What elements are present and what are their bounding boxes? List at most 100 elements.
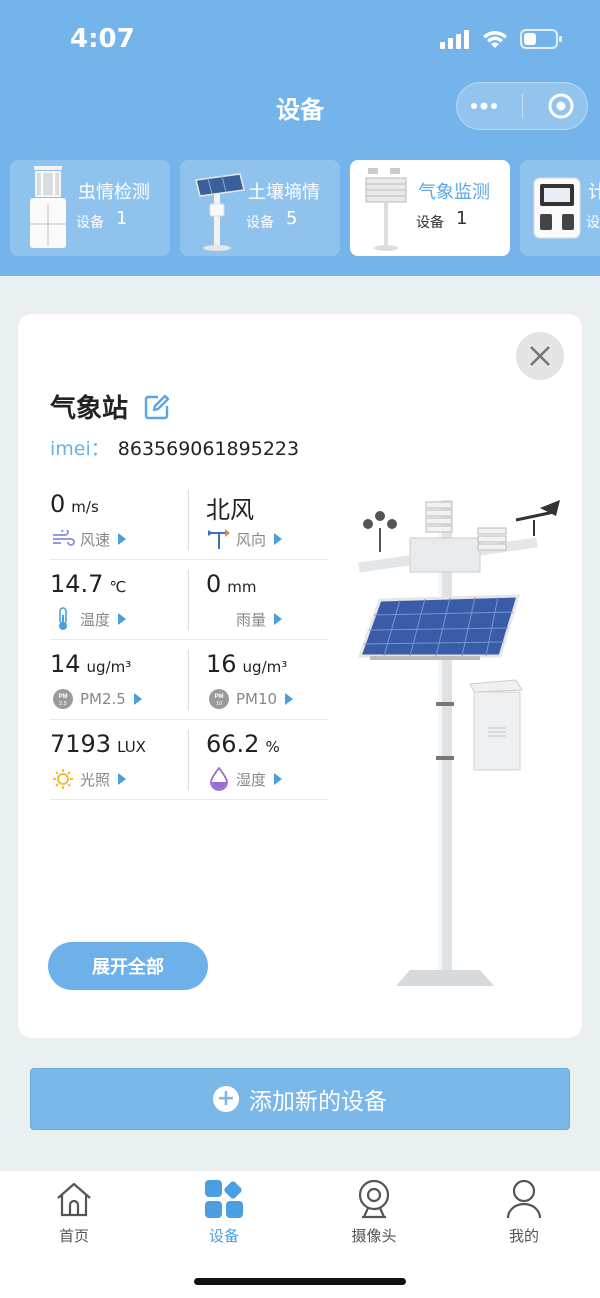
metric-wind-speed[interactable]: 0 m/s 风速 bbox=[50, 480, 188, 560]
tabbar-camera[interactable]: 摄像头 bbox=[324, 1179, 424, 1246]
tab-count-label: 设备 bbox=[416, 215, 444, 231]
expand-all-button[interactable]: 展开全部 bbox=[48, 942, 208, 990]
metric-label: 湿度 bbox=[206, 767, 283, 791]
more-icon[interactable] bbox=[469, 101, 499, 111]
home-icon bbox=[24, 1179, 124, 1219]
metric-pm10[interactable]: 16 ug/m³ PM 10 PM10 bbox=[190, 640, 328, 720]
weather-station-illustration bbox=[357, 500, 560, 986]
svg-text:2.5: 2.5 bbox=[59, 701, 67, 707]
sun-icon bbox=[50, 768, 76, 790]
tab-name: 计 bbox=[588, 182, 600, 203]
pm10-icon: PM 10 bbox=[206, 688, 232, 710]
svg-text:10: 10 bbox=[216, 701, 222, 707]
metric-value: 7193 LUX bbox=[50, 730, 146, 758]
metric-row: 0 m/s 风速 北风 风向 bbox=[50, 480, 328, 560]
pm25-icon: PM 2.5 bbox=[50, 688, 76, 710]
tab-count: 1 bbox=[116, 208, 128, 229]
metrics-grid: 0 m/s 风速 北风 风向 14.7 ℃ 温度 0 mm 雨量 14 ug/m… bbox=[50, 480, 328, 800]
tabbar-devices[interactable]: 设备 bbox=[174, 1179, 274, 1246]
soil-sensor-icon bbox=[195, 173, 245, 251]
imei-value: 863569061895223 bbox=[117, 438, 300, 460]
metric-temperature[interactable]: 14.7 ℃ 温度 bbox=[50, 560, 188, 640]
metric-humidity[interactable]: 66.2% 湿度 bbox=[190, 720, 328, 800]
bottom-tab-bar: 首页 设备 摄像头 我的 bbox=[0, 1170, 600, 1298]
add-device-button[interactable]: + 添加新的设备 bbox=[30, 1068, 570, 1130]
svg-text:PM: PM bbox=[215, 694, 224, 700]
status-time: 4:07 bbox=[70, 24, 135, 54]
metric-row: 14.7 ℃ 温度 0 mm 雨量 bbox=[50, 560, 328, 640]
device-box-icon bbox=[533, 177, 581, 239]
tab-name: 土壤墒情 bbox=[248, 182, 320, 203]
metric-label: 光照 bbox=[50, 768, 127, 790]
add-device-label: 添加新的设备 bbox=[249, 1089, 387, 1115]
metric-value: 0 m/s bbox=[50, 490, 99, 518]
insect-trap-icon bbox=[30, 166, 66, 248]
metric-row: 7193 LUX 光照 66.2 % 湿度 bbox=[50, 720, 328, 800]
metric-value: 0 mm bbox=[206, 570, 257, 598]
tabbar-label: 我的 bbox=[508, 1227, 539, 1245]
mini-program-capsule bbox=[456, 82, 588, 130]
tab-count-label: 设备 bbox=[76, 215, 104, 231]
tabbar-home[interactable]: 首页 bbox=[24, 1179, 124, 1246]
header: 4:07 设备 虫情检测 设备 1 土壤墒情 设备 5 气象监测 设备 1 计 … bbox=[0, 0, 600, 276]
arrow-right-icon bbox=[285, 693, 294, 705]
metric-illuminance[interactable]: 7193 LUX 光照 bbox=[50, 720, 188, 800]
metric-label: PM 10 PM10 bbox=[206, 688, 294, 710]
device-card: 气象站 imei： 863569061895223 0 m/s 风速 北风 风向… bbox=[18, 314, 582, 1038]
home-indicator bbox=[194, 1278, 406, 1285]
metric-value: 北风 bbox=[206, 496, 254, 524]
tab-count: 5 bbox=[286, 208, 298, 229]
metric-value: 66.2% bbox=[206, 730, 280, 758]
plus-icon: + bbox=[213, 1086, 239, 1112]
tabbar-label: 设备 bbox=[208, 1227, 239, 1245]
tabbar-label: 摄像头 bbox=[351, 1227, 397, 1245]
status-icons bbox=[440, 28, 562, 50]
svg-text:PM: PM bbox=[59, 694, 68, 700]
tab-count-label: 设 bbox=[586, 215, 600, 231]
metric-value: 14 ug/m³ bbox=[50, 650, 132, 678]
divider bbox=[188, 490, 189, 550]
close-icon bbox=[530, 346, 550, 366]
tabbar-label: 首页 bbox=[58, 1227, 89, 1245]
tab-weather-monitor[interactable]: 气象监测 设备 1 bbox=[350, 160, 510, 256]
tab-next-category[interactable]: 计 设 bbox=[520, 160, 600, 256]
divider bbox=[188, 730, 189, 790]
user-icon bbox=[474, 1179, 574, 1219]
battery-icon bbox=[520, 29, 562, 49]
arrow-right-icon bbox=[274, 533, 283, 545]
capsule-divider bbox=[522, 94, 524, 118]
wind-vane-icon bbox=[206, 528, 232, 550]
close-mini-program-icon[interactable] bbox=[547, 92, 575, 120]
camera-icon bbox=[324, 1179, 424, 1219]
metric-row: 14 ug/m³ PM 2.5 PM2.5 16 ug/m³ PM 10 PM1… bbox=[50, 640, 328, 720]
edit-icon[interactable] bbox=[144, 394, 170, 420]
tab-name: 虫情检测 bbox=[78, 182, 150, 203]
tab-soil-moisture[interactable]: 土壤墒情 设备 5 bbox=[180, 160, 340, 256]
water-drop-icon bbox=[206, 767, 232, 791]
metric-pm25[interactable]: 14 ug/m³ PM 2.5 PM2.5 bbox=[50, 640, 188, 720]
metric-label: 风向 bbox=[206, 528, 283, 550]
device-category-tabs: 虫情检测 设备 1 土壤墒情 设备 5 气象监测 设备 1 计 设 bbox=[10, 160, 600, 256]
tab-name: 气象监测 bbox=[418, 182, 490, 203]
metric-rainfall[interactable]: 0 mm 雨量 bbox=[190, 560, 328, 640]
arrow-right-icon bbox=[274, 613, 283, 625]
metric-value: 16 ug/m³ bbox=[206, 650, 288, 678]
tab-insect-monitor[interactable]: 虫情检测 设备 1 bbox=[10, 160, 170, 256]
metric-label: 温度 bbox=[50, 607, 127, 630]
imei-row: imei： 863569061895223 bbox=[50, 434, 299, 461]
divider bbox=[188, 570, 189, 630]
tab-count: 1 bbox=[456, 208, 468, 229]
arrow-right-icon bbox=[118, 533, 127, 545]
arrow-right-icon bbox=[133, 693, 142, 705]
weather-station-icon bbox=[365, 168, 407, 251]
rain-icon-placeholder bbox=[206, 608, 232, 630]
signal-icon bbox=[440, 30, 469, 49]
tabbar-me[interactable]: 我的 bbox=[474, 1179, 574, 1246]
divider bbox=[188, 650, 189, 710]
metric-label: 雨量 bbox=[206, 608, 283, 630]
metric-wind-direction[interactable]: 北风 风向 bbox=[190, 480, 328, 560]
imei-label: imei： bbox=[50, 438, 110, 460]
close-card-button[interactable] bbox=[516, 332, 564, 380]
station-name: 气象站 bbox=[50, 394, 129, 424]
devices-icon bbox=[174, 1179, 274, 1219]
